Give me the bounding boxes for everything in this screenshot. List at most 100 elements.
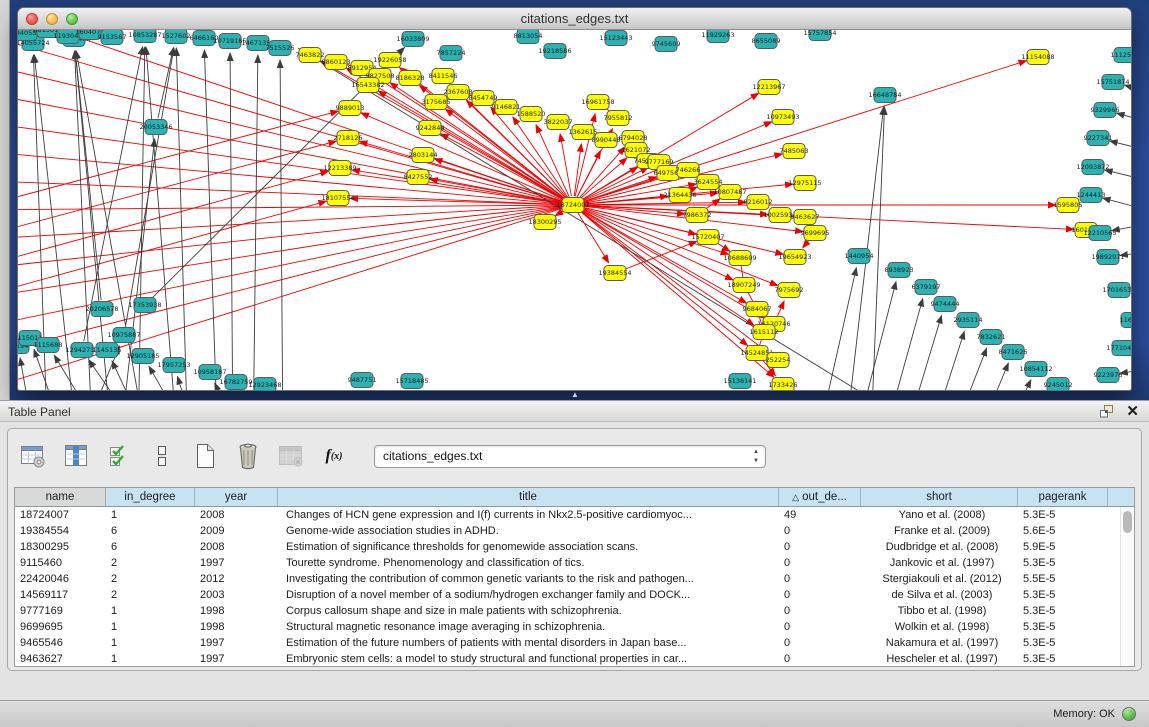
- delete-table-button[interactable]: [233, 440, 263, 472]
- table-row[interactable]: 1938455462009Genome-wide association stu…: [15, 523, 1120, 539]
- table-cell[interactable]: 0: [779, 619, 861, 635]
- table-cell[interactable]: 5.3E-5: [1018, 619, 1108, 635]
- table-cell[interactable]: 2: [106, 587, 195, 603]
- table-header-row[interactable]: namein_degreeyeartitle△out_de...shortpag…: [15, 488, 1134, 507]
- table-cell[interactable]: 1997: [195, 555, 278, 571]
- table-cell[interactable]: 0: [779, 603, 861, 619]
- table-cell[interactable]: 5.5E-5: [1018, 571, 1108, 587]
- table-source-selector[interactable]: citations_edges.txt ▲▼: [374, 445, 766, 468]
- table-cell[interactable]: 5.3E-5: [1018, 603, 1108, 619]
- table-row[interactable]: 911546021997Tourette syndrome. Phenomeno…: [15, 555, 1120, 571]
- table-row[interactable]: 969969511998Structural magnetic resonanc…: [15, 619, 1120, 635]
- table-cell[interactable]: 5.3E-5: [1018, 555, 1108, 571]
- column-header-in_degree[interactable]: in_degree: [106, 488, 195, 506]
- table-row[interactable]: 1872400712008Changes of HCN gene express…: [15, 507, 1120, 523]
- table-cell[interactable]: 0: [779, 571, 861, 587]
- table-cell[interactable]: 1997: [195, 635, 278, 651]
- table-cell[interactable]: 5.6E-5: [1018, 523, 1108, 539]
- function-builder-button[interactable]: f(x): [319, 440, 349, 472]
- table-cell[interactable]: 49: [779, 507, 861, 523]
- table-vertical-scrollbar[interactable]: [1120, 507, 1134, 666]
- table-cell[interactable]: 1: [106, 651, 195, 666]
- table-cell[interactable]: Wolkin et al. (1998): [861, 619, 1018, 635]
- table-cell[interactable]: 5.3E-5: [1018, 651, 1108, 666]
- table-cell[interactable]: 1: [106, 619, 195, 635]
- table-cell[interactable]: 22420046: [15, 571, 106, 587]
- table-cell[interactable]: Structural magnetic resonance image aver…: [278, 619, 779, 635]
- table-cell[interactable]: 14569117: [15, 587, 106, 603]
- table-cell[interactable]: Hescheler et al. (1997): [861, 651, 1018, 666]
- splitter-handle[interactable]: ▲: [569, 391, 581, 399]
- table-cell[interactable]: 18300295: [15, 539, 106, 555]
- memory-status-icon[interactable]: [1122, 707, 1136, 721]
- table-cell[interactable]: 0: [779, 539, 861, 555]
- table-cell[interactable]: 1: [106, 603, 195, 619]
- window-titlebar[interactable]: citations_edges.txt: [18, 8, 1131, 30]
- table-cell[interactable]: 5.9E-5: [1018, 539, 1108, 555]
- table-cell[interactable]: Tibbo et al. (1998): [861, 603, 1018, 619]
- table-cell[interactable]: 0: [779, 587, 861, 603]
- close-icon[interactable]: ✕: [1126, 404, 1139, 419]
- table-cell[interactable]: Changes of HCN gene expression and I(f) …: [278, 507, 779, 523]
- column-header-title[interactable]: title: [278, 488, 779, 506]
- table-cell[interactable]: 18724007: [15, 507, 106, 523]
- column-header-pagerank[interactable]: pagerank: [1018, 488, 1108, 506]
- table-cell[interactable]: Jankovic et al. (1997): [861, 555, 1018, 571]
- table-cell[interactable]: Genome-wide association studies in ADHD.: [278, 523, 779, 539]
- network-graph-svg[interactable]: 1872400718300295193845547463822886012389…: [18, 30, 1131, 390]
- table-cell[interactable]: 2: [106, 555, 195, 571]
- table-cell[interactable]: 0: [779, 523, 861, 539]
- table-cell[interactable]: Yano et al. (2008): [861, 507, 1018, 523]
- table-cell[interactable]: 0: [779, 651, 861, 666]
- table-row[interactable]: 1456911722003Disruption of a novel membe…: [15, 587, 1120, 603]
- table-cell[interactable]: Stergiakouli et al. (2012): [861, 571, 1018, 587]
- network-window[interactable]: citations_edges.txt 18724007183002951938…: [17, 7, 1132, 391]
- table-cell[interactable]: Estimation of the future numbers of pati…: [278, 635, 779, 651]
- row-options-button[interactable]: [147, 440, 177, 472]
- table-cell[interactable]: de Silva et al. (2003): [861, 587, 1018, 603]
- table-cell[interactable]: 1997: [195, 651, 278, 666]
- table-row[interactable]: 1830029562008Estimation of significance …: [15, 539, 1120, 555]
- new-table-button[interactable]: [190, 440, 220, 472]
- table-cell[interactable]: Nakamura et al. (1997): [861, 635, 1018, 651]
- table-cell[interactable]: 9463627: [15, 651, 106, 666]
- column-header-out_de[interactable]: △out_de...: [779, 488, 861, 506]
- table-cell[interactable]: 9699695: [15, 619, 106, 635]
- table-row[interactable]: 946554611997Estimation of the future num…: [15, 635, 1120, 651]
- table-cell[interactable]: Disruption of a novel member of a sodium…: [278, 587, 779, 603]
- table-cell[interactable]: 1: [106, 635, 195, 651]
- float-window-icon[interactable]: [1100, 405, 1114, 418]
- table-cell[interactable]: 6: [106, 539, 195, 555]
- table-cell[interactable]: Investigating the contribution of common…: [278, 571, 779, 587]
- table-row[interactable]: 977716911998Corpus callosum shape and si…: [15, 603, 1120, 619]
- table-cell[interactable]: 0: [779, 635, 861, 651]
- table-row[interactable]: 2242004622012Investigating the contribut…: [15, 571, 1120, 587]
- show-columns-button[interactable]: [61, 440, 91, 472]
- select-all-columns-button[interactable]: [104, 440, 134, 472]
- table-cell[interactable]: 2008: [195, 507, 278, 523]
- table-cell[interactable]: 2012: [195, 571, 278, 587]
- table-cell[interactable]: 5.3E-5: [1018, 507, 1108, 523]
- column-header-name[interactable]: name: [15, 488, 106, 506]
- table-cell[interactable]: 9465546: [15, 635, 106, 651]
- table-cell[interactable]: Estimation of significance thresholds fo…: [278, 539, 779, 555]
- table-cell[interactable]: 6: [106, 523, 195, 539]
- scrollbar-thumb[interactable]: [1123, 511, 1132, 533]
- table-body[interactable]: 1872400712008Changes of HCN gene express…: [15, 507, 1120, 666]
- table-cell[interactable]: 2: [106, 571, 195, 587]
- table-cell[interactable]: 1998: [195, 603, 278, 619]
- column-header-year[interactable]: year: [195, 488, 278, 506]
- table-row[interactable]: 946362711997Embryonic stem cells: a mode…: [15, 651, 1120, 666]
- table-cell[interactable]: 2009: [195, 523, 278, 539]
- table-cell[interactable]: 5.3E-5: [1018, 587, 1108, 603]
- table-cell[interactable]: 5.3E-5: [1018, 635, 1108, 651]
- table-cell[interactable]: Corpus callosum shape and size in male p…: [278, 603, 779, 619]
- table-cell[interactable]: Dudbridge et al. (2008): [861, 539, 1018, 555]
- table-settings-button[interactable]: [18, 440, 48, 472]
- table-cell[interactable]: 2008: [195, 539, 278, 555]
- table-cell[interactable]: 2003: [195, 587, 278, 603]
- column-header-short[interactable]: short: [861, 488, 1018, 506]
- table-cell[interactable]: Franke et al. (2009): [861, 523, 1018, 539]
- table-cell[interactable]: 19384554: [15, 523, 106, 539]
- table-cell[interactable]: 1: [106, 507, 195, 523]
